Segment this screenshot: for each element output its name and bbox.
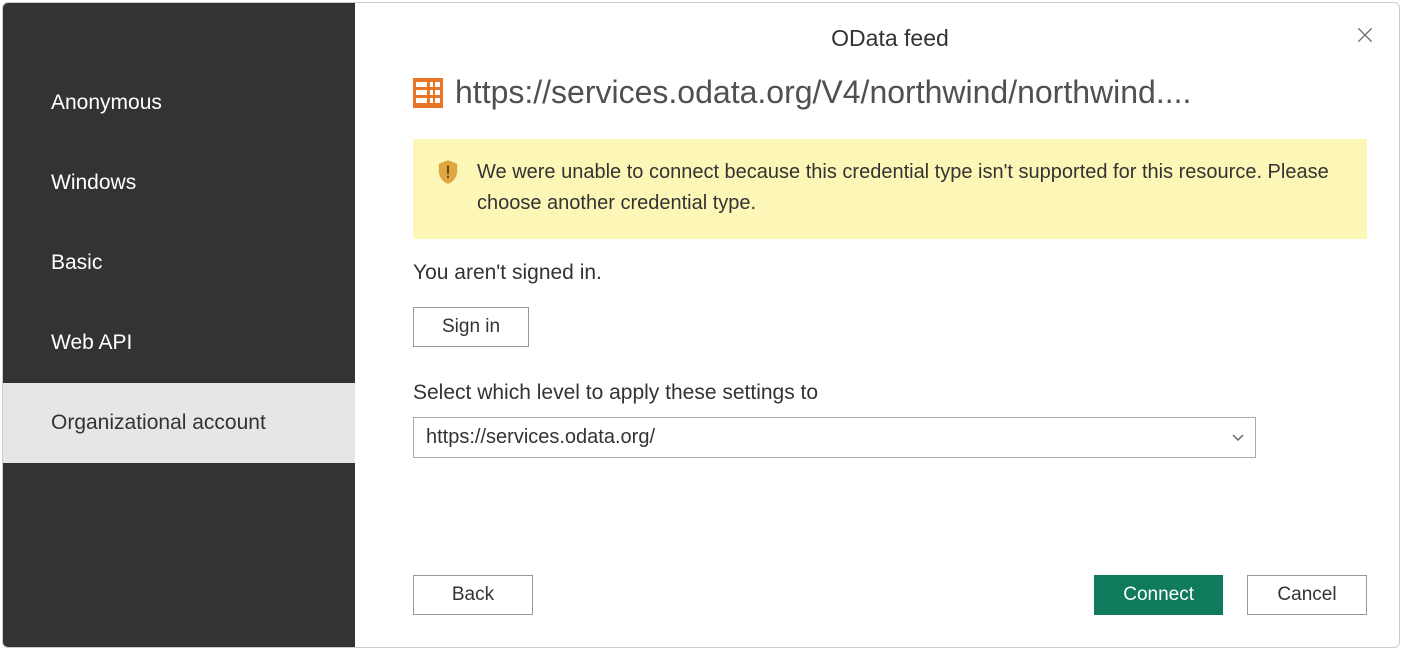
dialog-title: OData feed <box>831 25 949 51</box>
dialog-footer: Back Connect Cancel <box>413 547 1367 615</box>
settings-level-label: Select which level to apply these settin… <box>413 381 1367 405</box>
back-button[interactable]: Back <box>413 575 533 615</box>
shield-warning-icon <box>437 159 459 185</box>
settings-level-select-wrap: https://services.odata.org/ <box>413 417 1256 458</box>
url-row: https://services.odata.org/V4/northwind/… <box>413 74 1367 111</box>
sidebar-item-label: Basic <box>51 251 102 275</box>
close-icon <box>1355 25 1375 45</box>
sidebar-item-organizational-account[interactable]: Organizational account <box>3 383 355 463</box>
close-button[interactable] <box>1351 21 1379 49</box>
sidebar-item-label: Web API <box>51 331 132 355</box>
sidebar-item-label: Organizational account <box>51 411 266 435</box>
odata-credentials-dialog: Anonymous Windows Basic Web API Organiza… <box>2 2 1400 648</box>
sidebar-item-windows[interactable]: Windows <box>3 143 355 223</box>
sidebar-item-label: Windows <box>51 171 136 195</box>
main-panel: OData feed https://services.odata.org/V4… <box>355 3 1399 647</box>
odata-icon <box>413 78 443 108</box>
warning-message: We were unable to connect because this c… <box>477 157 1343 219</box>
credential-type-sidebar: Anonymous Windows Basic Web API Organiza… <box>3 3 355 647</box>
sidebar-item-web-api[interactable]: Web API <box>3 303 355 383</box>
settings-level-select[interactable]: https://services.odata.org/ <box>413 417 1256 458</box>
sidebar-item-label: Anonymous <box>51 91 162 115</box>
feed-url: https://services.odata.org/V4/northwind/… <box>455 74 1191 111</box>
sidebar-item-basic[interactable]: Basic <box>3 223 355 303</box>
signin-status-text: You aren't signed in. <box>413 261 1367 285</box>
connect-button[interactable]: Connect <box>1094 575 1223 615</box>
cancel-button[interactable]: Cancel <box>1247 575 1367 615</box>
sidebar-item-anonymous[interactable]: Anonymous <box>3 63 355 143</box>
dialog-header: OData feed <box>413 3 1367 74</box>
signin-button[interactable]: Sign in <box>413 307 529 347</box>
footer-right-group: Connect Cancel <box>1094 575 1367 615</box>
warning-banner: We were unable to connect because this c… <box>413 139 1367 239</box>
